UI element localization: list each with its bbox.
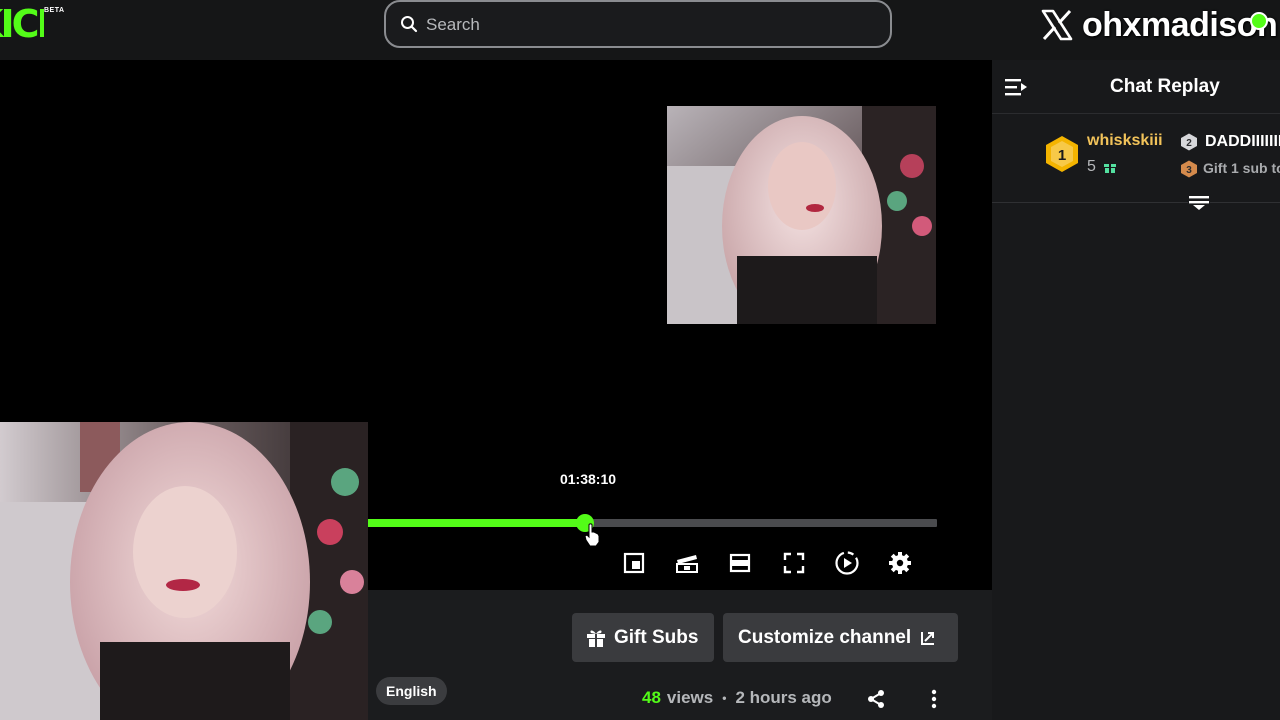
- playback-speed-icon: [835, 551, 859, 575]
- settings-button[interactable]: [886, 549, 914, 577]
- search-bar[interactable]: [384, 0, 892, 48]
- rank-1-number: 1: [1058, 147, 1066, 164]
- settings-gear-icon: [889, 552, 911, 574]
- language-badge[interactable]: English: [376, 677, 447, 705]
- webcam-frame-bottom: [0, 422, 368, 720]
- meta-separator: •: [722, 691, 727, 705]
- seek-timestamp-tooltip: 01:38:10: [559, 471, 617, 487]
- beta-label: BETA: [44, 7, 65, 14]
- external-link-icon: [921, 631, 935, 645]
- clip-button[interactable]: [726, 549, 754, 577]
- gift-count-icon: [1104, 164, 1116, 173]
- clip-icon: [729, 553, 751, 573]
- rank-1-badge-icon: 1: [1046, 136, 1078, 172]
- logo-wordmark: KICK: [0, 6, 44, 42]
- chat-title: Chat Replay: [1110, 76, 1220, 97]
- theater-mode-button[interactable]: [673, 549, 701, 577]
- expand-leaderboard-icon[interactable]: [1188, 194, 1210, 212]
- rank-2-number: 2: [1186, 138, 1192, 149]
- seek-bar[interactable]: [368, 519, 937, 527]
- theater-icon: [676, 555, 698, 573]
- customize-channel-label: Customize channel: [738, 626, 912, 648]
- views-label: views: [666, 688, 714, 707]
- stream-meta: 48 views • 2 hours ago: [642, 687, 832, 709]
- mini-player-button[interactable]: [620, 549, 648, 577]
- stream-overlay-handle: ohxmadison: [1040, 2, 1278, 48]
- webcam-image: [667, 106, 936, 324]
- kick-badge-icon: [1250, 12, 1268, 30]
- x-logo-icon: [1041, 9, 1073, 41]
- kick-logo[interactable]: KICK: [0, 6, 44, 42]
- collapse-chat-icon[interactable]: [1004, 76, 1028, 98]
- customize-channel-button[interactable]: Customize channel: [723, 613, 958, 662]
- chat-divider: [992, 202, 1280, 203]
- mouse-pointer-icon: [584, 523, 600, 547]
- webcam-frame-top: [667, 106, 936, 324]
- gift-subs-label: Gift Subs: [614, 626, 699, 648]
- fullscreen-button[interactable]: [780, 549, 808, 577]
- search-input[interactable]: [426, 12, 866, 38]
- webcam-image-large: [0, 422, 368, 720]
- time-ago: 2 hours ago: [735, 688, 832, 707]
- top-gifter-2-name[interactable]: DADDIIIIIII: [1205, 133, 1280, 151]
- fullscreen-icon: [783, 552, 805, 574]
- top-gifter-1-name[interactable]: whiskskiii: [1087, 132, 1163, 150]
- rank-3-badge-icon: 3: [1181, 160, 1197, 178]
- app-root: KICK BETA ohxmadison: [0, 0, 1280, 720]
- gift-icon: [587, 630, 605, 647]
- share-icon[interactable]: [866, 689, 886, 709]
- chat-panel: [992, 60, 1280, 720]
- top-gifter-3-prompt[interactable]: Gift 1 sub to: [1203, 160, 1280, 176]
- playback-speed-button[interactable]: [833, 549, 861, 577]
- overlay-handle-text: ohxmadison: [1082, 5, 1278, 44]
- more-options-icon[interactable]: [926, 689, 942, 709]
- rank-2-badge-icon: 2: [1181, 133, 1197, 151]
- seek-bar-progress: [368, 519, 586, 527]
- mini-player-icon: [623, 552, 645, 574]
- gift-subs-button[interactable]: Gift Subs: [572, 613, 714, 662]
- rank-3-number: 3: [1186, 165, 1192, 176]
- views-count: 48: [642, 688, 661, 707]
- top-gifter-1-count: 5: [1087, 158, 1096, 175]
- top-navigation-bar: KICK BETA ohxmadison: [0, 0, 1280, 60]
- search-icon: [401, 16, 418, 33]
